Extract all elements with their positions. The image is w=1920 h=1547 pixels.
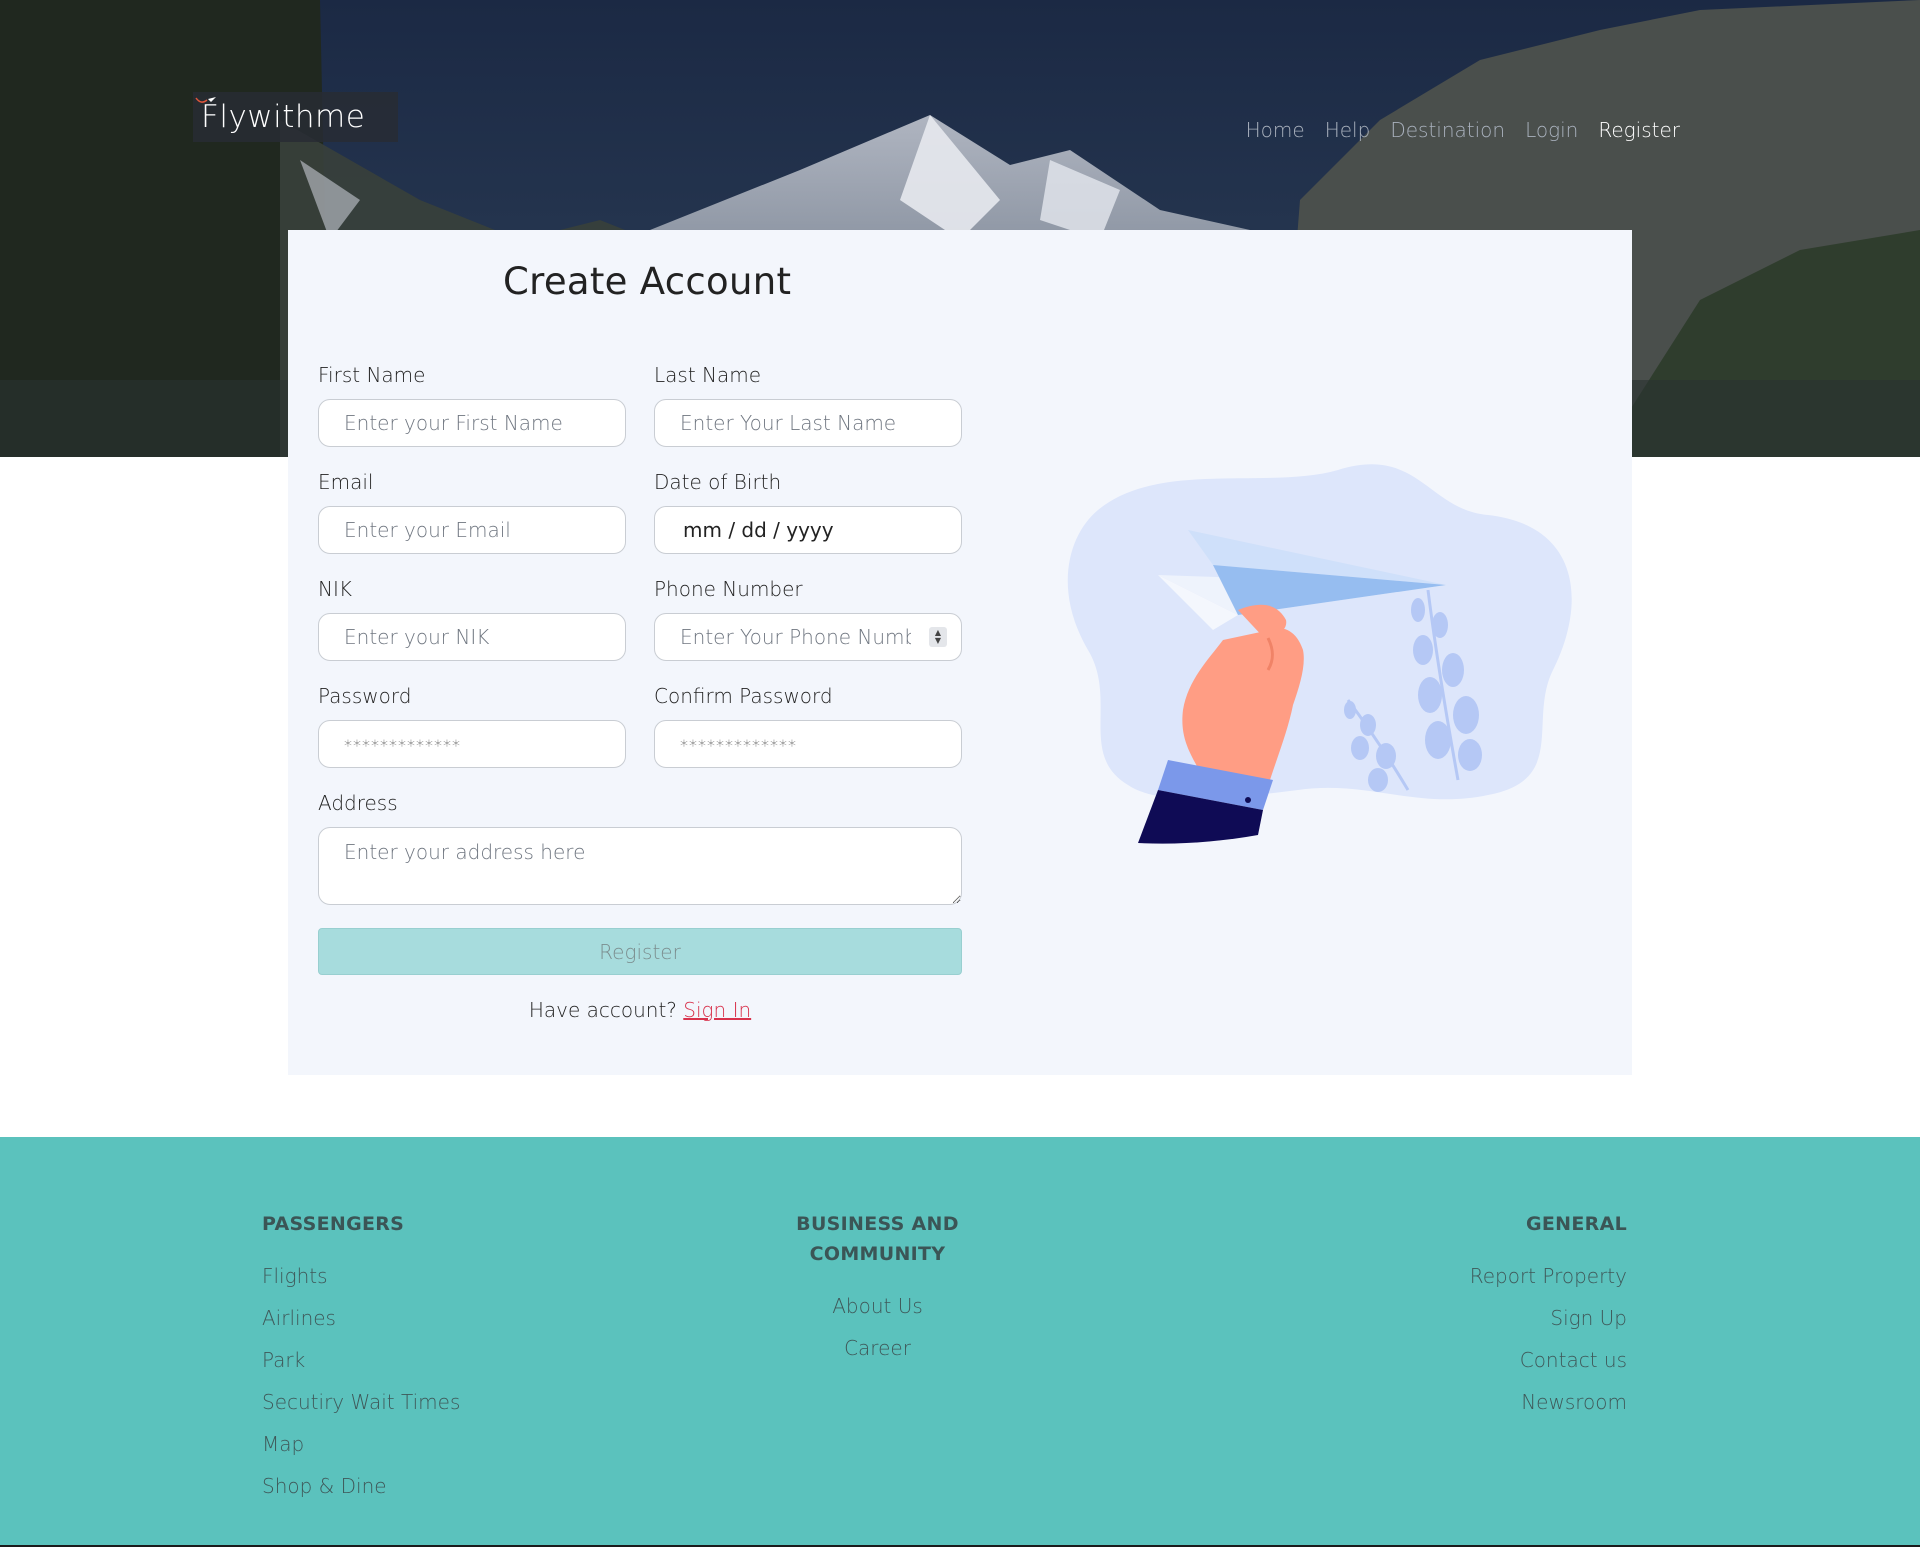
have-account-text: Have account? xyxy=(528,998,677,1022)
footer-business-column: BUSINESS AND COMMUNITY About Us Career xyxy=(770,1209,985,1377)
email-label: Email xyxy=(318,470,374,494)
page-title: Create Account xyxy=(503,260,792,303)
footer-business-title: BUSINESS AND COMMUNITY xyxy=(796,1213,959,1265)
paper-plane-illustration xyxy=(1067,464,1572,844)
nav-home[interactable]: Home xyxy=(1246,118,1305,142)
footer-general-column: GENERAL Report Property Sign Up Contact … xyxy=(1470,1209,1627,1431)
brand-logo[interactable]: Flywithme xyxy=(193,92,398,142)
footer-link-sign-up[interactable]: Sign Up xyxy=(1470,1305,1627,1332)
footer-link-shop-dine[interactable]: Shop & Dine xyxy=(262,1473,460,1500)
password-input[interactable] xyxy=(318,720,626,768)
nav-destination[interactable]: Destination xyxy=(1390,118,1505,142)
first-name-group: First Name xyxy=(318,363,626,447)
dob-group: Date of Birth mm / dd / yyyy xyxy=(654,470,962,554)
phone-label: Phone Number xyxy=(654,577,803,601)
first-name-input[interactable] xyxy=(318,399,626,447)
sign-in-link[interactable]: Sign In xyxy=(683,998,751,1022)
have-account-row: Have account? Sign In xyxy=(288,998,992,1022)
nav-help[interactable]: Help xyxy=(1325,118,1371,142)
address-group: Address xyxy=(318,791,962,909)
dob-input[interactable]: mm / dd / yyyy xyxy=(654,506,962,554)
last-name-input[interactable] xyxy=(654,399,962,447)
first-name-label: First Name xyxy=(318,363,426,387)
nik-input[interactable] xyxy=(318,613,626,661)
register-button[interactable]: Register xyxy=(318,928,962,975)
email-group: Email xyxy=(318,470,626,554)
footer-link-flights[interactable]: Flights xyxy=(262,1263,460,1290)
address-label: Address xyxy=(318,791,398,815)
registration-card: Create Account First Name Last Name Emai… xyxy=(288,230,1632,1075)
site-footer: PASSENGERS Flights Airlines Park Secutir… xyxy=(0,1137,1920,1547)
phone-input[interactable] xyxy=(654,613,962,661)
plane-swoosh-icon xyxy=(195,97,216,103)
footer-link-career[interactable]: Career xyxy=(770,1335,985,1362)
last-name-label: Last Name xyxy=(654,363,762,387)
footer-link-about-us[interactable]: About Us xyxy=(770,1293,985,1320)
password-group: Password xyxy=(318,684,626,768)
dob-label: Date of Birth xyxy=(654,470,782,494)
footer-link-report-property[interactable]: Report Property xyxy=(1470,1263,1627,1290)
phone-group: Phone Number ▲▼ xyxy=(654,577,962,661)
footer-link-map[interactable]: Map xyxy=(262,1431,460,1458)
last-name-group: Last Name xyxy=(654,363,962,447)
footer-link-airlines[interactable]: Airlines xyxy=(262,1305,460,1332)
address-textarea[interactable] xyxy=(318,827,962,905)
footer-link-park[interactable]: Park xyxy=(262,1347,460,1374)
footer-passengers-column: PASSENGERS Flights Airlines Park Secutir… xyxy=(262,1209,460,1515)
email-input[interactable] xyxy=(318,506,626,554)
number-spinner-icon[interactable]: ▲ ▼ xyxy=(929,627,947,647)
confirm-password-group: Confirm Password xyxy=(654,684,962,768)
footer-link-security-wait-times[interactable]: Secutiry Wait Times xyxy=(262,1389,460,1416)
password-label: Password xyxy=(318,684,412,708)
nav-login[interactable]: Login xyxy=(1525,118,1578,142)
footer-link-newsroom[interactable]: Newsroom xyxy=(1470,1389,1627,1416)
nik-label: NIK xyxy=(318,577,352,601)
nav-register[interactable]: Register xyxy=(1598,118,1680,142)
footer-passengers-title: PASSENGERS xyxy=(262,1213,405,1235)
nik-group: NIK xyxy=(318,577,626,661)
footer-general-title: GENERAL xyxy=(1526,1213,1627,1235)
main-nav: Home Help Destination Login Register xyxy=(1246,118,1680,142)
logo-text: Flywithme xyxy=(201,99,366,135)
confirm-password-label: Confirm Password xyxy=(654,684,833,708)
confirm-password-input[interactable] xyxy=(654,720,962,768)
footer-link-contact-us[interactable]: Contact us xyxy=(1470,1347,1627,1374)
